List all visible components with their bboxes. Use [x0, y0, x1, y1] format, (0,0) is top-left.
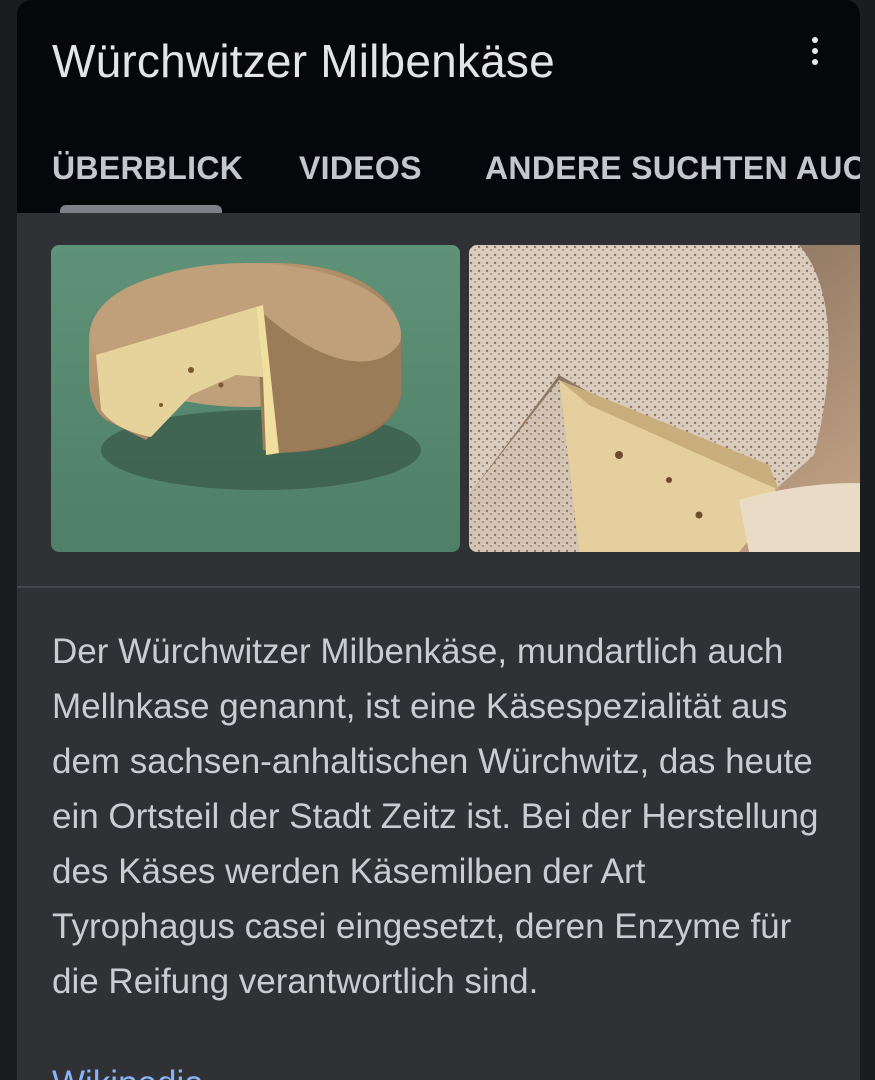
- cheese-image-1[interactable]: [51, 245, 460, 552]
- image-carousel: [51, 245, 860, 552]
- page: Würchwitzer Milbenkäse ÜBERBLICK VIDEOS …: [0, 0, 875, 1080]
- wikipedia-link[interactable]: Wikipedia: [52, 1064, 204, 1080]
- tab-bar: ÜBERBLICK VIDEOS ANDERE SUCHTEN AUCH: [17, 140, 860, 213]
- tab-videos[interactable]: VIDEOS: [299, 150, 422, 187]
- tab-andere-suchten-auch[interactable]: ANDERE SUCHTEN AUCH: [485, 150, 860, 187]
- selected-tab-indicator: [60, 205, 222, 213]
- panel-header: Würchwitzer Milbenkäse ÜBERBLICK VIDEOS …: [17, 0, 860, 213]
- description-text: Der Würchwitzer Milbenkäse, mundartlich …: [52, 632, 819, 1001]
- panel-title: Würchwitzer Milbenkäse: [52, 35, 555, 87]
- cheese-image-2[interactable]: [469, 245, 860, 552]
- more-vert-icon[interactable]: [800, 34, 830, 68]
- knowledge-panel: Würchwitzer Milbenkäse ÜBERBLICK VIDEOS …: [17, 0, 860, 1080]
- tab-ueberblick[interactable]: ÜBERBLICK: [52, 150, 243, 187]
- section-divider: [17, 586, 860, 588]
